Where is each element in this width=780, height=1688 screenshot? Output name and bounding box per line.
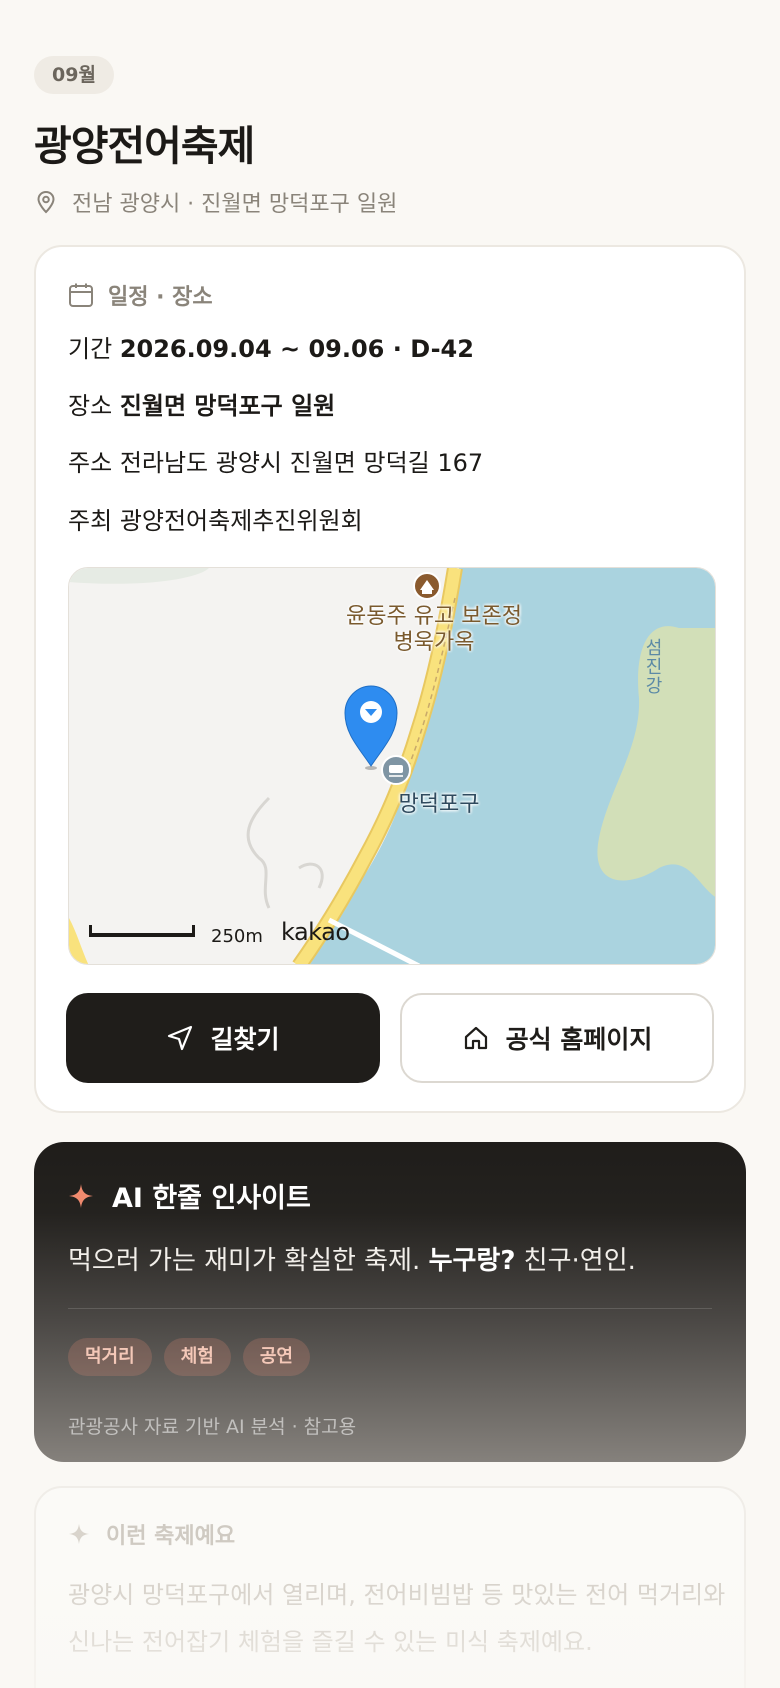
venue-value: 진월면 망덕포구 일원	[119, 392, 336, 420]
map-provider-logo: kakao	[281, 918, 350, 946]
map-pin-icon	[37, 190, 55, 214]
description-card: 이런 축제예요 광양시 망덕포구에서 열리며, 전어비빔밥 등 맛있는 전어 먹…	[34, 1486, 746, 1688]
description-heading: 이런 축제예요	[68, 1518, 235, 1550]
address-label: 주소	[68, 449, 113, 477]
ai-insight-text: 먹으러 가는 재미가 확실한 축제. 누구랑? 친구·연인.	[68, 1240, 636, 1277]
period-label: 기간	[68, 335, 113, 363]
venue-row: 장소 진월면 망덕포구 일원	[68, 386, 335, 421]
address-value: 전라남도 광양시 진월면 망덕길 167	[119, 449, 484, 477]
venue-label: 장소	[68, 392, 113, 420]
home-icon	[464, 1026, 487, 1050]
address-row: 주소 전라남도 광양시 진월면 망덕길 167	[68, 443, 483, 478]
description-heading-label: 이런 축제예요	[106, 1524, 236, 1549]
tag-chip: 공연	[242, 1338, 310, 1376]
ai-insight-divider	[68, 1308, 712, 1309]
ai-insight-tags: 먹거리 체험 공연	[68, 1338, 310, 1376]
sparkle-icon	[69, 1183, 93, 1208]
host-label: 주최	[68, 507, 113, 535]
location-row: 전남 광양시 · 진월면 망덕포구 일원	[36, 186, 397, 218]
ai-insight-card: AI 한줄 인사이트 먹으러 가는 재미가 확실한 축제. 누구랑? 친구·연인…	[34, 1142, 746, 1462]
tag-chip: 체험	[163, 1338, 231, 1376]
schedule-venue-card: 일정 · 장소 기간 2026.09.04 ~ 09.06 · D-42 장소 …	[34, 245, 746, 1113]
ai-insight-heading: AI 한줄 인사이트	[68, 1176, 311, 1215]
ai-insight-lead: 먹으러 가는 재미가 확실한 축제.	[68, 1246, 421, 1276]
description-text: 광양시 망덕포구에서 열리며, 전어비빔밥 등 맛있는 전어 먹거리와 신나는 …	[68, 1581, 726, 1656]
card-heading: 일정 · 장소	[68, 279, 213, 311]
navigation-arrow-icon	[168, 1025, 193, 1051]
ai-insight-heading-label: AI 한줄 인사이트	[112, 1183, 311, 1214]
sparkle-icon	[68, 1523, 90, 1545]
card-heading-label: 일정 · 장소	[108, 285, 213, 310]
directions-button-label: 길찾기	[210, 1025, 280, 1054]
map-river-label: 섬진강	[642, 638, 663, 695]
location-map[interactable]: 윤동주 유고 보존정병욱가옥 섬진강 망덕포구 250m kakao	[68, 567, 716, 965]
calendar-icon	[69, 283, 93, 307]
map-port-label: 망덕포구	[398, 792, 480, 817]
map-poi-label: 윤동주 유고 보존정병욱가옥	[346, 604, 522, 655]
month-badge: 09월	[34, 56, 114, 94]
homepage-button[interactable]: 공식 홈페이지	[400, 993, 714, 1083]
period-row: 기간 2026.09.04 ~ 09.06 · D-42	[68, 329, 474, 364]
directions-button[interactable]: 길찾기	[66, 993, 380, 1083]
period-value: 2026.09.04 ~ 09.06 · D-42	[119, 335, 474, 363]
host-row: 주최 광양전어축제추진위원회	[68, 501, 363, 536]
page-title: 광양전어축제	[34, 122, 255, 170]
map-scale-label: 250m	[211, 926, 263, 947]
ai-insight-note: 관광공사 자료 기반 AI 분석 · 참고용	[68, 1416, 357, 1438]
ai-insight-tail: 친구·연인.	[523, 1246, 636, 1276]
homepage-button-label: 공식 홈페이지	[505, 1025, 653, 1054]
ai-insight-question: 누구랑?	[428, 1246, 516, 1276]
host-value: 광양전어축제추진위원회	[119, 507, 363, 535]
festival-detail-page: 09월 광양전어축제 전남 광양시 · 진월면 망덕포구 일원 일정 · 장소 …	[0, 0, 780, 1688]
location-text: 전남 광양시 · 진월면 망덕포구 일원	[72, 192, 398, 217]
tag-chip: 먹거리	[68, 1338, 152, 1376]
